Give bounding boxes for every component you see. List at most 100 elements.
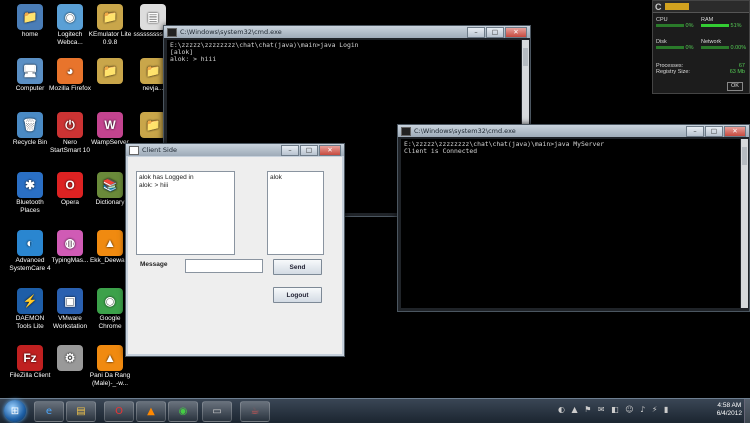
- gadget-logo-icon: C: [655, 1, 662, 12]
- send-button[interactable]: Send: [273, 259, 322, 275]
- server-console-window[interactable]: C:\Windows\system32\cmd.exe – □ ✕ E:\zzz…: [397, 124, 750, 312]
- desktop-icon-image: 🖥: [17, 58, 43, 84]
- desktop-icon-label: Recycle Bin: [12, 139, 48, 146]
- chat-line: alok has Logged in: [139, 174, 194, 181]
- disk-bar: [656, 46, 684, 50]
- close-button[interactable]: ✕: [505, 26, 527, 38]
- desktop-icon-image: ▲: [97, 230, 123, 256]
- cpu-value: 0%: [685, 23, 694, 29]
- desktop-icon-image: Fz: [17, 345, 43, 371]
- desktop-icon-label: Pani Da Rang (Male)-_-w...: [89, 372, 131, 387]
- desktop-icon[interactable]: ⚡ DAEMON Tools Lite: [8, 288, 52, 331]
- desktop-icon[interactable]: Fz FileZilla Client: [8, 345, 52, 380]
- desktop-icon[interactable]: ✱ Bluetooth Places: [8, 172, 52, 215]
- show-desktop-button[interactable]: [744, 399, 750, 423]
- window-title: Client Side: [142, 146, 177, 154]
- desktop-icon-label: DAEMON Tools Lite: [15, 315, 45, 330]
- desktop-icon-image: ⚡: [17, 288, 43, 314]
- chat-textarea[interactable]: alok has Logged in alok: > hiii: [136, 171, 235, 255]
- java-taskbar-icon[interactable]: ☕: [240, 401, 270, 422]
- desktop-icon[interactable]: ◐ Advanced SystemCare 4: [8, 230, 52, 273]
- network-value: 0.00%: [730, 45, 747, 51]
- desktop-icon-label: TypingMas...: [51, 257, 89, 264]
- user-item[interactable]: alok: [270, 174, 321, 182]
- desktop-icon[interactable]: ◉ Logitech Webca...: [48, 4, 92, 47]
- desktop-icon[interactable]: ⏻ Nero StartSmart 10: [48, 112, 92, 155]
- desktop-icon-label: Logitech Webca...: [57, 31, 83, 46]
- desktop-icon[interactable]: 📁: [88, 58, 132, 85]
- system-monitor-gadget[interactable]: C CPU 0% RAM 51% Disk 0% Network 0.00% P…: [652, 0, 750, 94]
- desktop-icon-label: Mozilla Firefox: [49, 85, 91, 92]
- system-tray[interactable]: ◐ ▲ ⚑ ✉ ◧ ☺ ♪ ⚡ ▮: [558, 405, 670, 414]
- clock-time[interactable]: 4:58 AM: [717, 402, 742, 410]
- registry-value: 63 Mb: [729, 69, 745, 75]
- ok-button[interactable]: OK: [727, 82, 743, 91]
- clock-date[interactable]: 6/4/2012: [717, 410, 742, 418]
- desktop-icon[interactable]: ⚙: [48, 345, 92, 372]
- desktop-icon-label: Advanced SystemCare 4: [9, 257, 51, 272]
- desktop-icon-image: ◐: [17, 230, 43, 256]
- desktop-icon-image: ◍: [57, 230, 83, 256]
- desktop-icon[interactable]: ◕ Mozilla Firefox: [48, 58, 92, 93]
- java-icon: [129, 145, 139, 155]
- server-console-titlebar[interactable]: C:\Windows\system32\cmd.exe – □ ✕: [398, 125, 749, 137]
- desktop-icon-image: ◉: [57, 4, 83, 30]
- gadget-accent-bar: [664, 3, 689, 10]
- desktop-icon-label: KEmulator Lite 0.9.8: [88, 31, 132, 46]
- registry-label: Registry Size:: [656, 69, 690, 75]
- desktop-icon[interactable]: ▣ VMware Workstation: [48, 288, 92, 331]
- desktop-icon-image: W: [97, 112, 123, 138]
- cpu-bar: [656, 24, 684, 28]
- desktop-icon[interactable]: 📁 KEmulator Lite 0.9.8: [88, 4, 132, 47]
- start-button[interactable]: ⊞: [4, 400, 26, 422]
- desktop-icon[interactable]: W WampServer: [88, 112, 132, 147]
- login-console-titlebar[interactable]: C:\Windows\system32\cmd.exe – □ ✕: [164, 26, 530, 38]
- message-input[interactable]: [185, 259, 263, 273]
- chrome-taskbar-icon[interactable]: ◉: [168, 401, 198, 422]
- desktop-icon-image: O: [57, 172, 83, 198]
- desktop-icon[interactable]: 🗑 Recycle Bin: [8, 112, 52, 147]
- desktop-icon-label: VMware Workstation: [52, 315, 88, 330]
- desktop-icon[interactable]: 📁 home: [8, 4, 52, 39]
- vlc-taskbar-icon[interactable]: ▲: [136, 401, 166, 422]
- desktop-icon[interactable]: 🖥 Computer: [8, 58, 52, 93]
- minimize-button[interactable]: –: [686, 125, 704, 137]
- cmd-icon: [167, 27, 177, 37]
- desktop-icon-label: Computer: [15, 85, 45, 92]
- desktop-icon-label: home: [21, 31, 39, 38]
- user-list[interactable]: alok: [267, 171, 324, 255]
- close-button[interactable]: ✕: [724, 125, 746, 137]
- vertical-scrollbar[interactable]: [741, 139, 748, 308]
- cmd-taskbar-icon[interactable]: ▭: [202, 401, 232, 422]
- desktop-icon-image: 📁: [17, 4, 43, 30]
- desktop-icon-image: ✱: [17, 172, 43, 198]
- desktop-icon[interactable]: O Opera: [48, 172, 92, 207]
- logout-button[interactable]: Logout: [273, 287, 322, 303]
- cmd-icon: [401, 126, 411, 136]
- console-output: E:\zzzzz\zzzzzzzz\chat\chat(java)\main>j…: [401, 139, 740, 308]
- opera-taskbar-icon[interactable]: O: [104, 401, 134, 422]
- desktop-icon-image: ◉: [97, 288, 123, 314]
- desktop-icon-image: ◕: [57, 58, 83, 84]
- maximize-button[interactable]: □: [300, 144, 318, 156]
- desktop-icon[interactable]: ◍ TypingMas...: [48, 230, 92, 265]
- window-title: C:\Windows\system32\cmd.exe: [180, 28, 282, 36]
- maximize-button[interactable]: □: [705, 125, 723, 137]
- ie-taskbar-icon[interactable]: e: [34, 401, 64, 422]
- disk-value: 0%: [685, 45, 694, 51]
- desktop-icon-label: Opera: [60, 199, 80, 206]
- client-side-window[interactable]: Client Side – □ ✕ alok has Logged in alo…: [125, 143, 345, 357]
- desktop-icon-label: Bluetooth Places: [16, 199, 44, 214]
- minimize-button[interactable]: –: [281, 144, 299, 156]
- explorer-taskbar-icon[interactable]: ▤: [66, 401, 96, 422]
- desktop-icon-label: Nero StartSmart 10: [49, 139, 91, 154]
- close-button[interactable]: ✕: [319, 144, 341, 156]
- minimize-button[interactable]: –: [467, 26, 485, 38]
- maximize-button[interactable]: □: [486, 26, 504, 38]
- desktop-icon-image: ⚙: [57, 345, 83, 371]
- desktop-icon-image: 📁: [97, 4, 123, 30]
- client-titlebar[interactable]: Client Side – □ ✕: [126, 144, 344, 156]
- desktop-icon-image: 🗑: [17, 112, 43, 138]
- network-bar: [701, 46, 729, 50]
- ram-bar: [701, 24, 729, 28]
